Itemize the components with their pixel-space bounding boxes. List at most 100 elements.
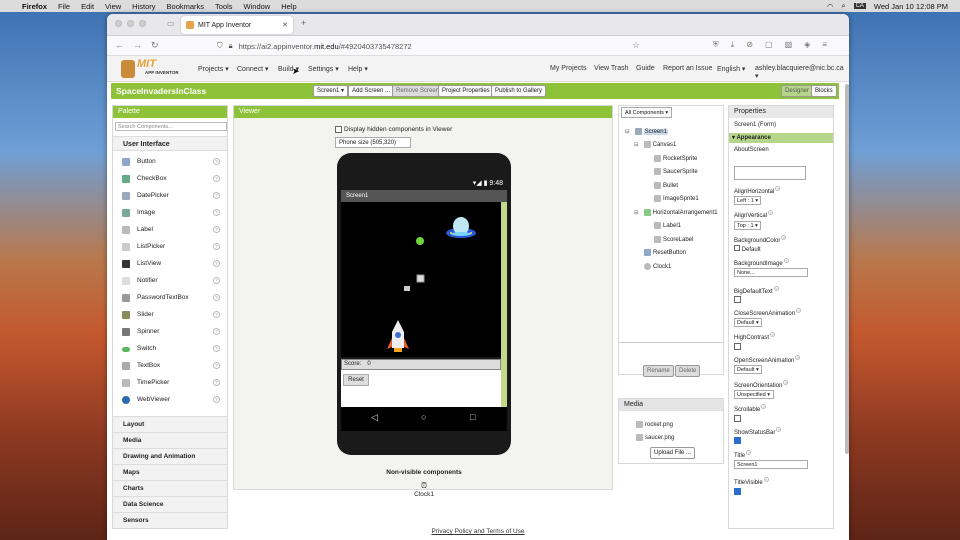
home-nav-icon[interactable]: ○ [421, 412, 426, 422]
window-zoom-button[interactable] [139, 20, 146, 27]
link-guide[interactable]: Guide [636, 65, 655, 72]
prop-about-screen-input[interactable] [734, 166, 806, 180]
tree-label1[interactable]: Label1 [654, 222, 681, 229]
menu-edit[interactable]: Edit [81, 2, 94, 11]
blocks-button[interactable]: Blocks [811, 85, 837, 97]
help-icon[interactable]: ? [213, 226, 220, 233]
help-icon[interactable]: ? [213, 396, 220, 403]
help-icon[interactable]: ? [768, 210, 774, 215]
tab-list-icon[interactable]: ▭ [167, 19, 175, 28]
help-icon[interactable]: ? [783, 258, 789, 263]
help-icon[interactable]: ? [783, 380, 789, 385]
palette-item-listpicker[interactable]: ListPicker? [113, 239, 227, 255]
phone-size-dropdown[interactable]: Phone size (505,320) [335, 137, 411, 148]
palette-item-timepicker[interactable]: TimePicker? [113, 375, 227, 391]
prop-title-visible-checkbox[interactable] [734, 488, 741, 495]
lock-icon[interactable]: 🔒︎ [229, 41, 233, 51]
palette-category-media[interactable]: Media [113, 432, 227, 448]
menu-settings[interactable]: Settings ▾ [308, 65, 339, 73]
project-properties-button[interactable]: Project Properties [438, 85, 494, 97]
recent-nav-icon[interactable]: □ [470, 412, 475, 422]
shield-icon[interactable]: ⛉ [217, 41, 223, 51]
menu-bookmarks[interactable]: Bookmarks [167, 2, 205, 11]
menu-connect[interactable]: Connect ▾ [237, 65, 269, 73]
help-icon[interactable]: ? [213, 294, 220, 301]
page-scrollbar[interactable] [845, 84, 849, 454]
back-icon[interactable]: ← [115, 40, 124, 50]
palette-item-button[interactable]: Button? [113, 154, 227, 170]
tree-scorelabel[interactable]: ScoreLabel [654, 236, 693, 243]
forward-icon[interactable]: → [133, 40, 142, 50]
publish-gallery-button[interactable]: Publish to Gallery [491, 85, 547, 97]
help-icon[interactable]: ? [781, 235, 787, 240]
upload-file-button[interactable]: Upload File ... [650, 447, 696, 459]
all-components-dropdown[interactable]: All Components ▾ [621, 107, 673, 118]
downloads-icon[interactable]: ⤓ [731, 40, 735, 50]
designer-button[interactable]: Designer [781, 85, 814, 97]
palette-item-checkbox[interactable]: CheckBox? [113, 171, 227, 187]
palette-item-passwordtextbox[interactable]: PasswordTextBox? [113, 290, 227, 306]
tree-rocketsprite[interactable]: RocketSprite [654, 155, 697, 162]
tree-canvas1[interactable]: ⊟ Canvas1 [634, 141, 676, 148]
clock-icon[interactable]: ⏰︎ [234, 481, 614, 491]
tree-clock1[interactable]: Clock1 [644, 263, 671, 270]
back-nav-icon[interactable]: ◁ [371, 412, 378, 423]
menu-projects[interactable]: Projects ▾ [198, 65, 229, 73]
prop-background-image-input[interactable]: None... [734, 268, 808, 277]
palette-category-maps[interactable]: Maps [113, 464, 227, 480]
media-file-saucer[interactable]: saucer.png [636, 434, 674, 441]
canvas1[interactable] [341, 202, 501, 357]
help-icon[interactable]: ? [213, 175, 220, 182]
palette-item-label[interactable]: Label? [113, 222, 227, 238]
menu-language[interactable]: English ▾ [717, 65, 745, 73]
prop-align-horizontal-select[interactable]: Left : 1 ▾ [734, 196, 761, 205]
new-tab-icon[interactable]: + [301, 18, 306, 28]
prop-open-animation-select[interactable]: Default ▾ [734, 365, 762, 374]
palette-item-spinner[interactable]: Spinner? [113, 324, 227, 340]
tree-horizontalarrangement1[interactable]: ⊟ HorizontalArrangement1 [634, 209, 718, 216]
link-view-trash[interactable]: View Trash [594, 65, 629, 72]
privacy-policy-link[interactable]: Privacy Policy and Terms of Use [431, 528, 524, 535]
menu-icon[interactable]: ≡ [822, 40, 827, 50]
help-icon[interactable]: ? [213, 277, 220, 284]
collapse-toggle-icon[interactable]: ⊟ [625, 129, 630, 135]
tab-close-icon[interactable]: ✕ [282, 21, 288, 29]
help-icon[interactable]: ? [775, 186, 781, 191]
link-my-projects[interactable]: My Projects [550, 65, 587, 72]
link-report-issue[interactable]: Report an Issue [663, 65, 712, 72]
tree-saucersprite[interactable]: SaucerSprite [654, 168, 698, 175]
input-source-indicator[interactable]: CA [853, 3, 866, 9]
menu-help[interactable]: Help [281, 2, 296, 11]
help-icon[interactable]: ? [213, 362, 220, 369]
prop-screen-orientation-select[interactable]: Unspecified ▾ [734, 390, 774, 399]
palette-item-switch[interactable]: Switch? [113, 341, 227, 357]
remove-screen-button[interactable]: Remove Screen [392, 85, 444, 97]
image-sprite-1[interactable] [416, 274, 425, 283]
help-icon[interactable]: ? [746, 450, 752, 455]
mit-app-inventor-logo[interactable]: MIT APP INVENTOR [121, 58, 181, 80]
rocket-sprite[interactable] [387, 320, 409, 352]
help-icon[interactable]: ? [776, 427, 782, 432]
menubar-clock[interactable]: Wed Jan 10 12:08 PM [874, 2, 948, 11]
extension-icon[interactable]: ⊘ [746, 40, 753, 50]
wifi-icon[interactable]: ◠ [827, 2, 834, 11]
nonvisible-clock1[interactable]: Clock1 [234, 491, 614, 498]
palette-category-data-science[interactable]: Data Science [113, 496, 227, 512]
menu-window[interactable]: Window [244, 2, 271, 11]
menu-tools[interactable]: Tools [215, 2, 233, 11]
reset-button[interactable]: Reset [343, 374, 369, 386]
hidden-components-checkbox[interactable]: Display hidden components in Viewer [335, 126, 452, 133]
window-close-button[interactable] [115, 20, 122, 27]
menu-account[interactable]: ashley.blacquiere@nic.bc.ca ▾ [755, 65, 849, 80]
prop-title-input[interactable]: Screen1 [734, 460, 808, 469]
help-icon[interactable]: ? [795, 355, 801, 360]
help-icon[interactable]: ? [213, 243, 220, 250]
help-icon[interactable]: ? [761, 404, 767, 409]
prop-show-status-bar-checkbox[interactable] [734, 437, 741, 444]
help-icon[interactable]: ? [213, 311, 220, 318]
checkbox-box[interactable] [335, 126, 342, 133]
prop-big-default-text-checkbox[interactable] [734, 296, 741, 303]
pocket-icon[interactable]: ⛨ [713, 40, 719, 50]
browser-tab[interactable]: MIT App Inventor ✕ [181, 16, 293, 34]
menu-app-firefox[interactable]: Firefox [22, 2, 47, 11]
